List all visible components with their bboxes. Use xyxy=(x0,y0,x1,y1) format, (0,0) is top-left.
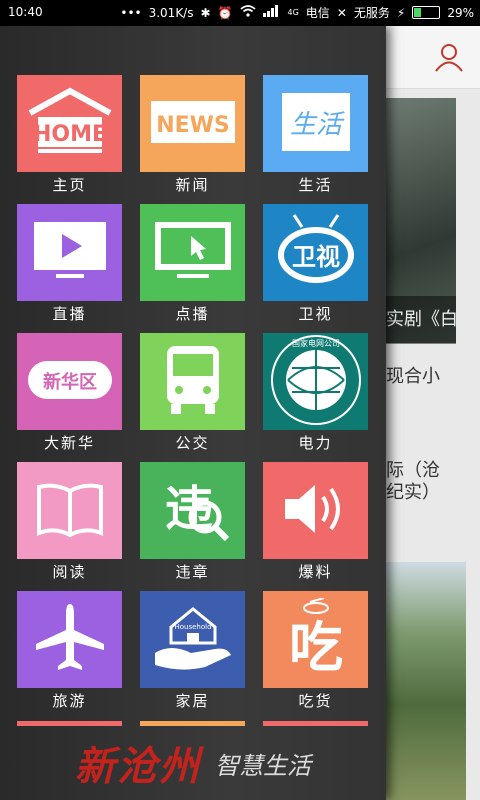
menu-tile[interactable]: 卫视 xyxy=(263,204,368,301)
menu-tile[interactable]: NEWS xyxy=(140,75,245,172)
menu-tile-label: 点播 xyxy=(175,305,210,323)
menu-tile[interactable]: 违 xyxy=(140,462,245,559)
menu-tile-label: 新闻 xyxy=(175,176,210,194)
svg-text:HOME: HOME xyxy=(32,122,106,147)
state-grid-icon: 国家电网公司 xyxy=(270,334,362,430)
menu-tile[interactable]: 生活 xyxy=(263,75,368,172)
carrier-1: 电信 xyxy=(305,6,330,20)
menu-tile-label: 公交 xyxy=(175,434,210,452)
network-speed: 3.01K/s xyxy=(148,5,194,20)
bluetooth-icon: ✱ xyxy=(200,5,211,20)
live-tv-icon xyxy=(30,218,110,288)
menu-tile[interactable] xyxy=(17,462,122,559)
menu-tile-label: 大新华 xyxy=(43,434,95,452)
airplane-icon xyxy=(32,600,108,680)
menu-item[interactable]: 公交 xyxy=(140,333,245,453)
svg-text:国家电网公司: 国家电网公司 xyxy=(292,338,340,348)
signal-icon xyxy=(262,5,281,20)
menu-tile-label: 旅游 xyxy=(52,692,87,710)
svg-text:Household: Household xyxy=(174,623,211,631)
menu-item[interactable]: 直播 xyxy=(17,204,122,324)
svg-text:生活: 生活 xyxy=(289,110,344,140)
menu-tile[interactable] xyxy=(140,204,245,301)
menu-tile[interactable] xyxy=(263,462,368,559)
menu-item[interactable]: 旅游 xyxy=(17,591,122,711)
svg-text:卫视: 卫视 xyxy=(292,243,340,271)
news-icon: NEWS xyxy=(147,97,239,151)
menu-item[interactable]: HOME 主页 xyxy=(17,75,122,195)
status-bar: 10:40 ••• 3.01K/s ✱ ⏰ 4G 电信 ✕ 无服务 ⚡ 29% xyxy=(0,0,480,26)
status-time: 10:40 xyxy=(8,5,43,19)
background-content: 实剧《白 现合小 际（沧 纪实） xyxy=(386,26,480,800)
svg-text:吃: 吃 xyxy=(289,616,343,678)
xinhua-district-icon: 新华区 xyxy=(24,355,116,409)
menu-tile[interactable]: HOME xyxy=(17,75,122,172)
menu-tile-label: 卫视 xyxy=(298,305,333,323)
menu-item[interactable]: 违违章 xyxy=(140,462,245,582)
menu-tile[interactable] xyxy=(17,591,122,688)
on-demand-icon xyxy=(151,218,235,288)
drawer-footer: 新沧州 智慧生活 xyxy=(0,726,386,800)
network-type-label: 4G xyxy=(287,8,299,17)
menu-tile-label: 家居 xyxy=(175,692,210,710)
brand-logo: 新沧州 xyxy=(75,743,201,790)
menu-item[interactable]: 点播 xyxy=(140,204,245,324)
life-icon: 生活 xyxy=(276,87,356,161)
alarm-icon: ⏰ xyxy=(217,5,233,20)
menu-tile[interactable] xyxy=(17,204,122,301)
menu-tile[interactable]: 吃 xyxy=(263,591,368,688)
more-dots-icon: ••• xyxy=(120,5,142,20)
battery-icon xyxy=(412,6,441,19)
bus-icon xyxy=(161,342,225,422)
menu-tile[interactable] xyxy=(140,333,245,430)
battery-percent: 29% xyxy=(447,5,474,20)
navigation-drawer: HOME 主页 NEWS 新闻 生活 生活 直播 点播 卫视 卫视 新华区 大新华 公交 国家电网公司 电力… xyxy=(0,26,386,800)
menu-tile-label: 生活 xyxy=(298,176,333,194)
menu-tile-label: 阅读 xyxy=(52,563,87,581)
menu-tile-label: 吃货 xyxy=(298,692,333,710)
menu-tile-label: 爆料 xyxy=(298,563,333,581)
menu-item[interactable]: NEWS 新闻 xyxy=(140,75,245,195)
book-icon xyxy=(35,479,105,543)
menu-item[interactable]: 国家电网公司 电力 xyxy=(263,333,368,453)
menu-tile-label: 直播 xyxy=(52,305,87,323)
svg-text:NEWS: NEWS xyxy=(156,113,230,138)
carrier-2: 无服务 xyxy=(353,6,390,20)
menu-item[interactable]: 卫视 卫视 xyxy=(263,204,368,324)
menu-tile[interactable]: 国家电网公司 xyxy=(263,333,368,430)
news-caption-1: 实剧《白 xyxy=(386,296,458,344)
home-icon: HOME xyxy=(24,87,116,161)
svg-text:新华区: 新华区 xyxy=(43,371,97,393)
menu-tile-label: 电力 xyxy=(298,434,333,452)
menu-tile[interactable]: Household xyxy=(140,591,245,688)
food-icon: 吃 xyxy=(276,596,356,682)
news-photo-2[interactable] xyxy=(386,562,466,800)
menu-item[interactable]: 吃吃货 xyxy=(263,591,368,711)
menu-item[interactable]: 爆料 xyxy=(263,462,368,582)
news-text-3: 纪实） xyxy=(386,482,440,503)
menu-item[interactable]: 新华区 大新华 xyxy=(17,333,122,453)
menu-item[interactable]: 生活 生活 xyxy=(263,75,368,195)
wifi-icon xyxy=(239,5,256,20)
household-icon: Household xyxy=(151,603,235,677)
menu-tile-label: 主页 xyxy=(52,176,87,194)
background-header xyxy=(386,26,480,89)
menu-item[interactable]: Household 家居 xyxy=(140,591,245,711)
no-signal-icon: ✕ xyxy=(336,5,347,20)
speaker-icon xyxy=(281,479,351,543)
brand-slogan: 智慧生活 xyxy=(215,751,311,780)
menu-tile-label: 违章 xyxy=(175,563,210,581)
user-icon[interactable] xyxy=(434,42,464,76)
charging-icon: ⚡ xyxy=(396,5,406,20)
news-text-1: 现合小 xyxy=(386,366,440,387)
menu-tile[interactable]: 新华区 xyxy=(17,333,122,430)
menu-item[interactable]: 阅读 xyxy=(17,462,122,582)
satellite-tv-icon: 卫视 xyxy=(274,213,358,293)
violation-search-icon: 违 xyxy=(153,471,233,551)
